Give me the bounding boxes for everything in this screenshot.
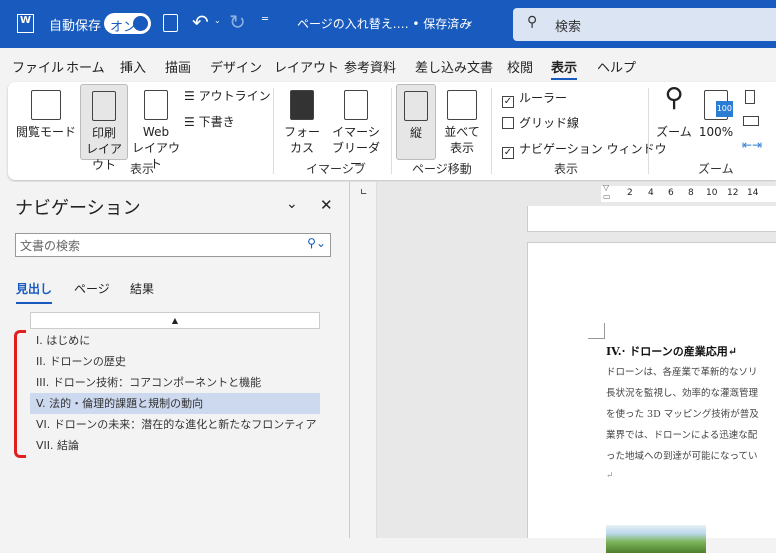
draft-button[interactable]: ☰ 下書き <box>184 114 235 130</box>
undo-icon[interactable]: ↶ <box>192 10 209 34</box>
menu-bar: ファイル ホーム 挿入 描画 デザイン レイアウト 参考資料 差し込み文書 校閲… <box>0 48 776 82</box>
magnifier-icon: ⚲ <box>664 83 684 113</box>
collapse-all-button[interactable]: ▲ <box>30 312 320 329</box>
document-page[interactable]: IV.· ドローンの産業応用↵ ドローンは、各産業で革新的なソリ 長状況を監視し… <box>527 242 776 553</box>
gridlines-checkbox[interactable]: グリッド線 <box>502 114 579 131</box>
paragraph-mark: ↵ <box>606 471 614 481</box>
previous-page <box>527 206 776 232</box>
heading-item[interactable]: VI. ドローンの未来：潜在的な進化と新たなフロンティア <box>30 414 320 435</box>
side-by-side-button[interactable]: 並べて 表示 <box>440 90 484 156</box>
tab-help[interactable]: ヘルプ <box>597 57 636 76</box>
search-icon: ⚲ <box>527 14 538 30</box>
navigation-pane: ナビゲーション ⌄ ✕ 文書の検索 ⚲⌄ 見出し ページ 結果 ▲ I. はじめに… <box>0 182 350 538</box>
undo-dropdown-icon[interactable]: ⌄ <box>214 16 221 25</box>
tab-mailings[interactable]: 差し込み文書 <box>415 57 493 76</box>
section-heading: IV.· ドローンの産業応用↵ <box>606 345 737 358</box>
redo-icon: ↻ <box>229 10 246 34</box>
search-box[interactable]: ⚲ 検索 <box>513 8 776 41</box>
heading-item-selected[interactable]: V. 法的・倫理的課題と規制の動向 <box>30 393 320 414</box>
print-layout-button[interactable]: 印刷 レイアウト <box>80 84 128 172</box>
navigation-pane-checkbox[interactable]: ✓ ナビゲーション ウィンドウ <box>502 140 667 159</box>
zoom-100-button[interactable]: 100 100% <box>698 90 734 140</box>
group-label-page-movement: ページ移動 <box>412 162 472 176</box>
tab-pages[interactable]: ページ <box>74 280 110 297</box>
horizontal-ruler[interactable]: ▽ ▭ 2 4 6 8 10 12 14 <box>601 183 776 202</box>
ribbon: 閲覧モード 印刷 レイアウト Web レイアウト ☰ アウトライン ☰ 下書き … <box>8 82 776 180</box>
tab-references[interactable]: 参考資料 <box>344 57 396 76</box>
margin-corner-mark <box>588 323 605 339</box>
tab-draw[interactable]: 描画 <box>165 57 191 76</box>
customize-qat-icon[interactable]: ═ <box>262 14 268 25</box>
tab-design[interactable]: デザイン <box>210 57 262 76</box>
nav-options-chevron-icon[interactable]: ⌄ <box>286 196 298 212</box>
tab-file[interactable]: ファイル <box>12 57 64 76</box>
word-icon: W <box>17 14 34 33</box>
checkbox-checked-icon: ✓ <box>502 96 514 108</box>
autosave-label: 自動保存 <box>49 19 102 34</box>
tab-headings[interactable]: 見出し <box>16 280 53 304</box>
document-title[interactable]: ページの入れ替え.… • 保存済み <box>297 15 471 32</box>
tab-results[interactable]: 結果 <box>130 280 154 297</box>
title-bar: W 自動保存 オン ↶ ⌄ ↻ ═ ページの入れ替え.… • 保存済み ⌄ ⚲ … <box>0 0 776 48</box>
checkbox-unchecked-icon <box>502 117 514 129</box>
tab-insert[interactable]: 挿入 <box>120 57 146 76</box>
tab-review[interactable]: 校閲 <box>507 57 533 76</box>
zoom-button[interactable]: ⚲ ズーム <box>654 83 694 140</box>
body-line: 業界では、ドローンによる迅速な配 <box>606 430 758 441</box>
heading-item[interactable]: I. はじめに <box>30 330 320 351</box>
multiple-pages-icon[interactable] <box>743 116 759 126</box>
indent-marker-icon[interactable]: ▽ ▭ <box>603 183 611 201</box>
book-icon <box>31 90 61 120</box>
drone-farm-image[interactable] <box>606 525 706 553</box>
web-page-icon <box>144 90 168 120</box>
heading-item[interactable]: II. ドローンの歴史 <box>30 351 320 372</box>
document-area: ∟ ▽ ▭ 2 4 6 8 10 12 14 IV.· ドローンの産業応用↵ ドロ… <box>351 182 776 553</box>
heading-item[interactable]: VII. 結論 <box>30 435 320 456</box>
group-label-views: 表示 <box>130 162 155 176</box>
tab-layout[interactable]: レイアウト <box>274 57 339 76</box>
heading-item[interactable]: III. ドローン技術：コアコンポーネントと機能 <box>30 372 320 393</box>
body-line: ドローンは、各産業で革新的なソリ <box>606 367 758 378</box>
checkbox-checked-icon: ✓ <box>502 147 514 159</box>
document-search-input[interactable]: 文書の検索 ⚲⌄ <box>15 233 331 257</box>
page-100-icon: 100 <box>704 90 733 120</box>
autosave-toggle[interactable]: オン <box>104 13 151 35</box>
vertical-page-icon <box>404 91 428 121</box>
focus-button[interactable]: フォー カス <box>280 90 324 156</box>
immersive-reader-icon <box>344 90 368 120</box>
focus-icon <box>290 90 314 120</box>
group-label-show: 表示 <box>554 162 579 176</box>
save-icon[interactable] <box>163 14 178 32</box>
side-by-side-icon <box>447 90 477 120</box>
close-icon[interactable]: ✕ <box>320 196 333 214</box>
body-line: った地域への到達が可能になってい <box>606 451 758 462</box>
title-chevron-icon[interactable]: ⌄ <box>465 14 474 27</box>
red-bracket-annotation <box>14 330 26 458</box>
navigation-title: ナビゲーション <box>15 198 141 219</box>
group-label-zoom: ズーム <box>698 162 734 176</box>
search-icon[interactable]: ⚲⌄ <box>307 236 326 250</box>
tab-view[interactable]: 表示 <box>551 57 578 80</box>
outline-button[interactable]: ☰ アウトライン <box>184 88 271 104</box>
group-label-immersive: イマーシブ <box>306 162 366 176</box>
body-line: 長状況を監視し、効率的な灌漑管理 <box>606 388 759 399</box>
vertical-button[interactable]: 縦 <box>396 84 436 160</box>
body-line: を使った 3D マッピング技術が普及 <box>606 409 759 420</box>
page-icon <box>92 91 116 121</box>
ruler-checkbox[interactable]: ✓ ルーラー <box>502 89 567 108</box>
vertical-ruler: ∟ <box>351 182 377 538</box>
search-placeholder: 検索 <box>555 20 582 35</box>
tab-home[interactable]: ホーム <box>66 57 105 76</box>
one-page-icon[interactable] <box>745 90 755 104</box>
page-width-icon[interactable]: ⇤⇥ <box>742 138 762 152</box>
reading-mode-button[interactable]: 閲覧モード <box>16 90 76 140</box>
